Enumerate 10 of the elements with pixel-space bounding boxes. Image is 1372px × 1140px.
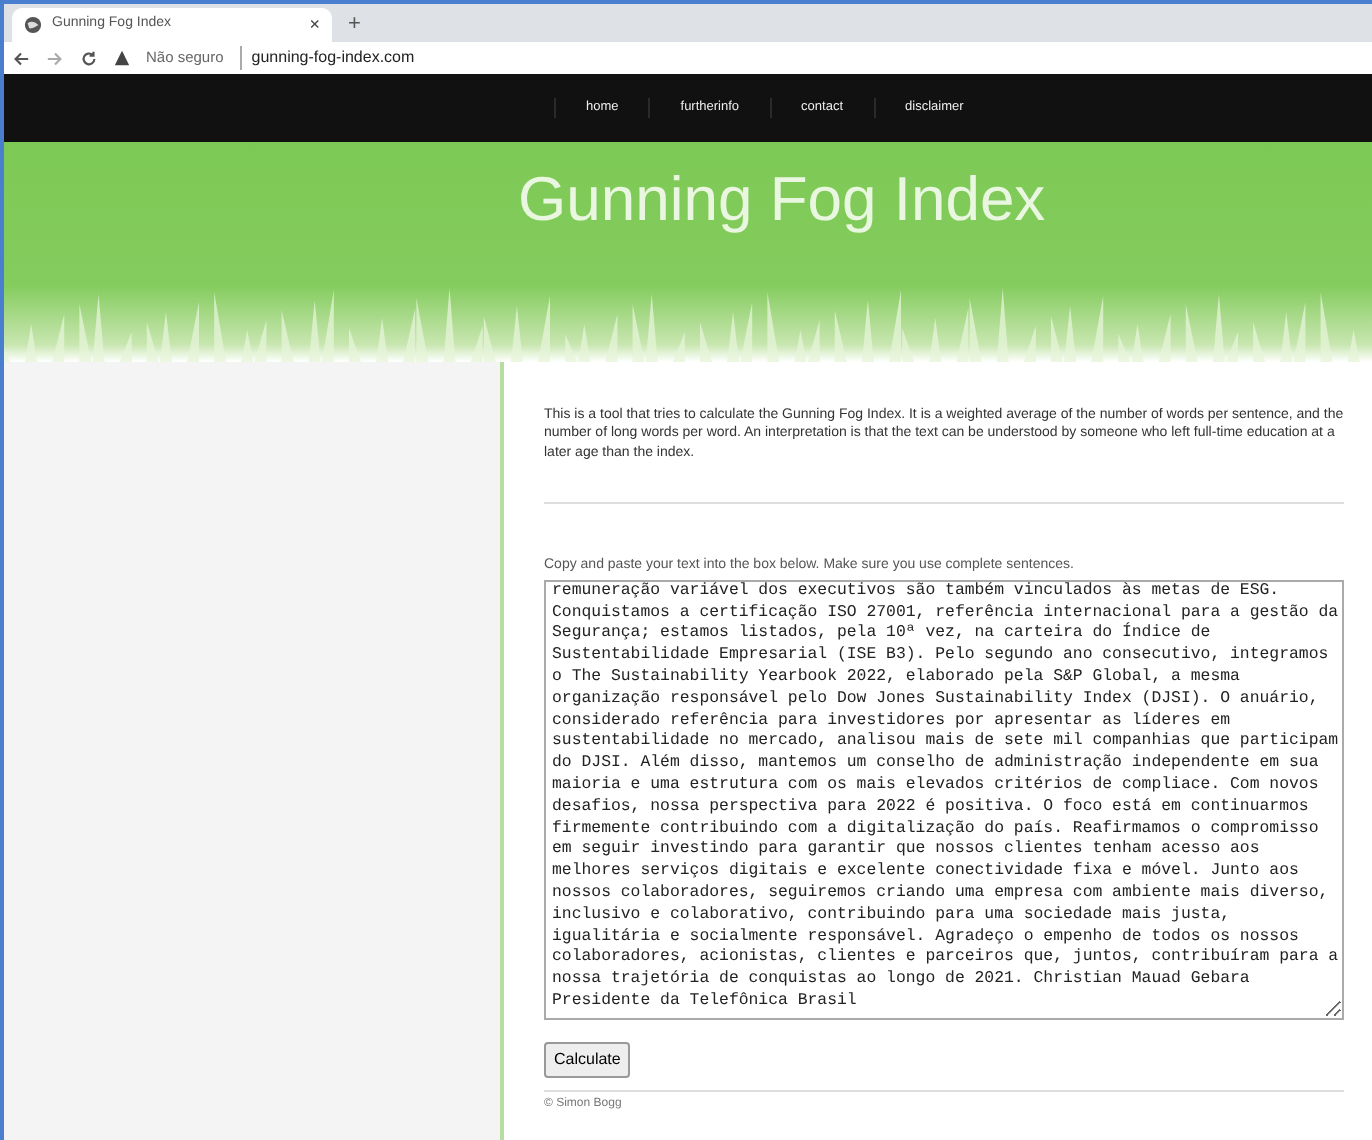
site-title: Gunning Fog Index [516, 162, 1048, 237]
warning-icon [114, 50, 130, 66]
globe-icon [24, 16, 42, 34]
back-icon[interactable] [12, 49, 30, 67]
text-input-area[interactable]: remuneração variável dos executivos são também vinculados às metas de ESG. Conquistamos a certificação ISO 27001, referência internacional para a gestão da Segurança; estamos listados, pela 10ª vez, na carteira do Índice de Sustentabilidade Empresarial (ISE B3). Pelo segundo ano consecutivo, integramos o The Sustainability Yearbook 2022, elaborado pela S&P Global, a mesma organização responsável pelo Dow Jones Sustainability Index (DJSI). O anuário, considerado referência para investidores por apresentar as líderes em sustentabilidade no mercado, analisou mais de sete mil companhias que participam do DJSI. Além disso, mantemos um conselho de administração independente em sua maioria e uma estrutura com os mais elevados critérios de compliace. Com novos desafios, nossa perspectiva para 2022 é positiva. O foco está em continuarmos firmemente contribuindo com a digitalização do país. Reafirmamos o compromisso em seguir investindo para garantir que nossos clientes tenham acesso aos melhores serviços digitais e excelente conectividade fixa e móvel. Junto aos nossos colaboradores, seguiremos criando uma empresa com ambiente mais diverso, inclusivo e colaborativo, contribuindo para uma sociedade mais justa, igualitária e socialmente responsável. Agradeço o empenho de todos os nossos colaboradores, acionistas, clientes e parceiros que, juntos, contribuíram para a nossa trajetória de conquistas ao longo de 2021. Christian Mauad Gebara Presidente da Telefônica Brasil [544, 579, 1344, 1020]
new-tab-button[interactable]: + [332, 8, 377, 42]
reload-icon[interactable] [80, 49, 98, 67]
calculate-button[interactable]: Calculate [544, 1042, 631, 1079]
close-tab-button[interactable]: × [309, 11, 320, 39]
url-field[interactable]: gunning-fog-index.com [239, 46, 415, 70]
